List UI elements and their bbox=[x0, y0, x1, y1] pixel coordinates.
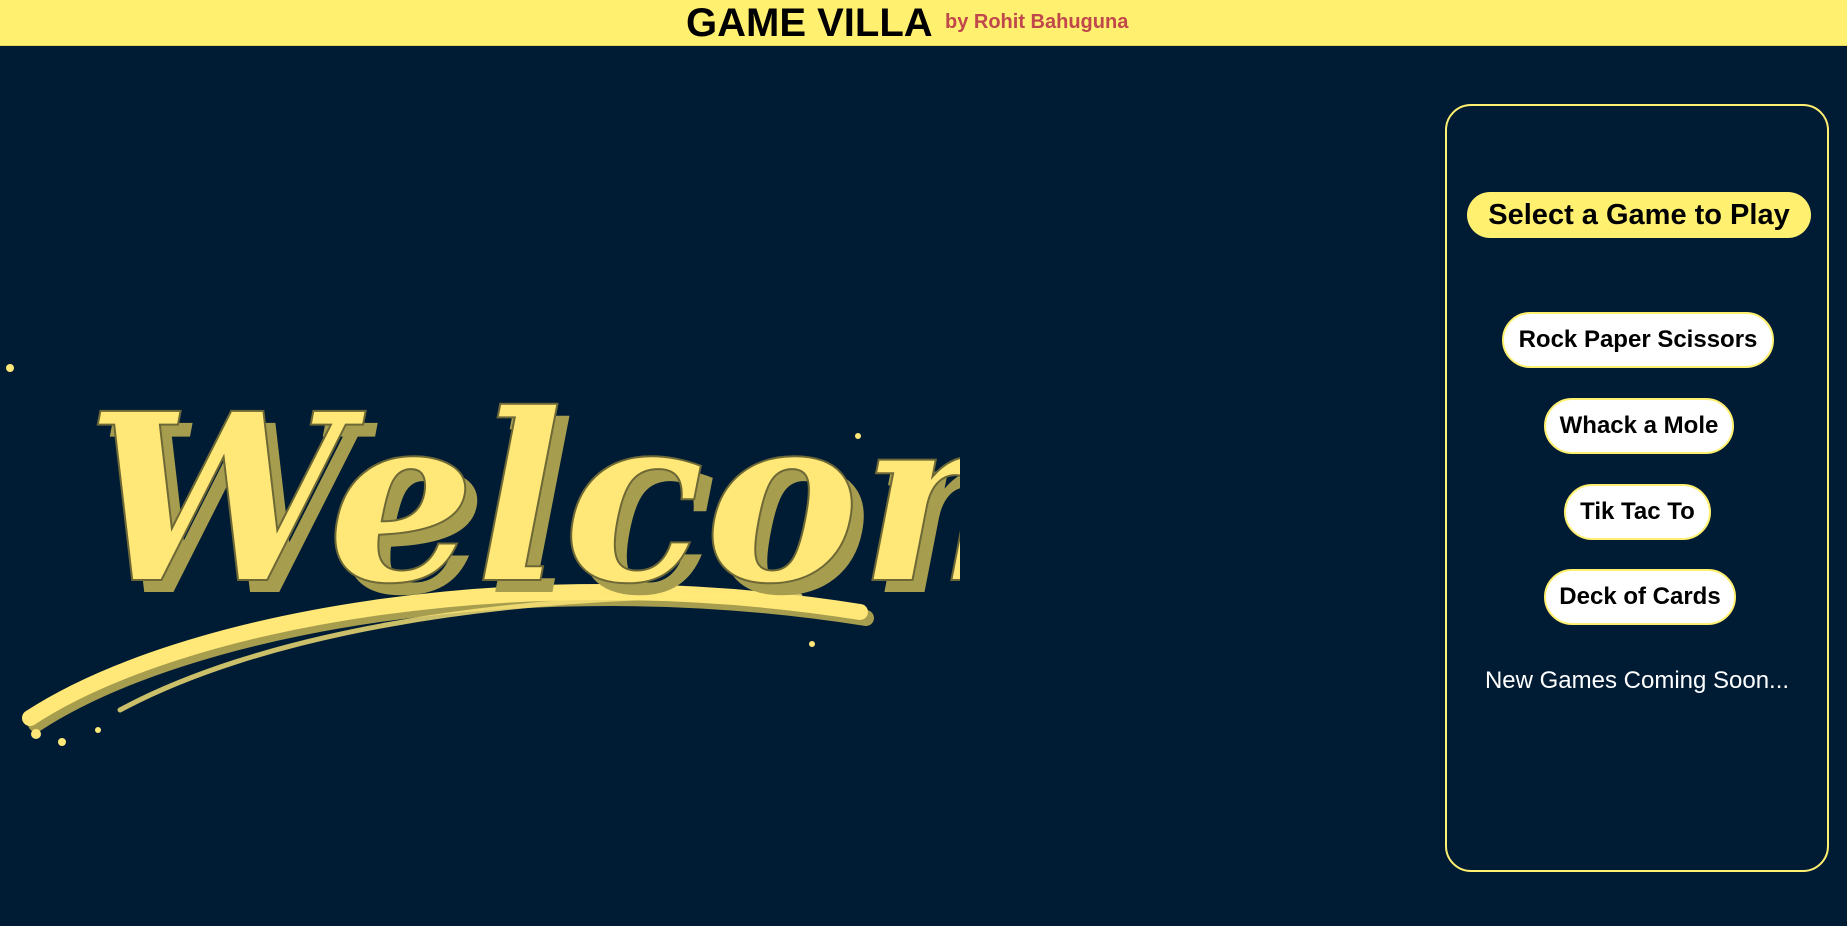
panel-heading: Select a Game to Play bbox=[1467, 192, 1811, 238]
site-title: GAME VILLA bbox=[686, 1, 933, 45]
welcome-lettering: Welcome bbox=[86, 362, 960, 635]
rock-paper-scissors-button[interactable]: Rock Paper Scissors bbox=[1502, 312, 1774, 368]
tik-tac-to-button[interactable]: Tik Tac To bbox=[1564, 484, 1711, 540]
coming-soon-note: New Games Coming Soon... bbox=[1484, 667, 1790, 694]
site-author: by Rohit Bahuguna bbox=[945, 11, 1129, 33]
top-header-bar: GAME VILLA by Rohit Bahuguna bbox=[0, 0, 1847, 46]
game-selection-panel: Select a Game to Play Rock Paper Scissor… bbox=[1445, 104, 1829, 872]
deck-of-cards-button[interactable]: Deck of Cards bbox=[1544, 569, 1736, 625]
welcome-lettering-image: Welcome Welcome bbox=[6, 361, 960, 746]
whack-a-mole-button[interactable]: Whack a Mole bbox=[1544, 398, 1734, 454]
